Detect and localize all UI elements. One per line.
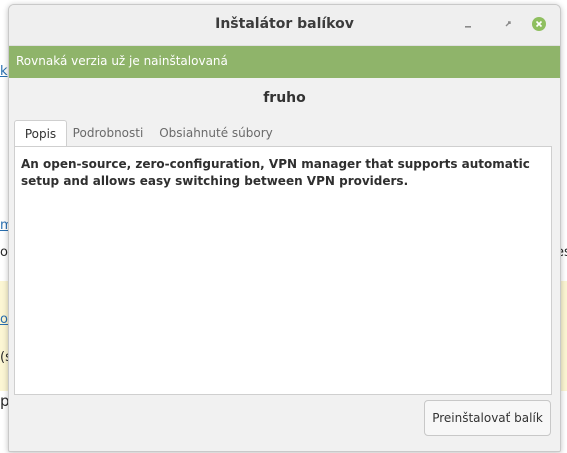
description-panel: An open-source, zero-configuration, VPN … [14, 146, 552, 395]
tab-details[interactable]: Podrobnosti [68, 120, 148, 146]
package-description: An open-source, zero-configuration, VPN … [21, 157, 530, 188]
background-link-fragment[interactable]: k [0, 64, 8, 79]
status-message: Rovnaká verzia už je nainštalovaná [16, 54, 228, 68]
window-title: Inštalátor balíkov [215, 16, 354, 32]
package-name: fruho [263, 90, 306, 106]
title-bar[interactable]: Inštalátor balíkov [9, 5, 560, 46]
minimize-icon [465, 26, 471, 28]
maximize-icon [505, 21, 511, 27]
close-icon [532, 17, 546, 31]
maximize-button[interactable] [501, 17, 515, 31]
background-link-fragment[interactable]: o [0, 312, 8, 327]
package-installer-window: Inštalátor balíkov Rovnaká verzia už je … [8, 4, 561, 452]
close-button[interactable] [532, 17, 546, 31]
reinstall-package-button[interactable]: Preinštalovať balík [424, 400, 551, 436]
tab-contained-files[interactable]: Obsiahnuté súbory [156, 120, 276, 146]
tab-description[interactable]: Popis [14, 120, 67, 148]
status-infobar: Rovnaká verzia už je nainštalovaná [9, 46, 560, 78]
minimize-button[interactable] [462, 17, 476, 31]
